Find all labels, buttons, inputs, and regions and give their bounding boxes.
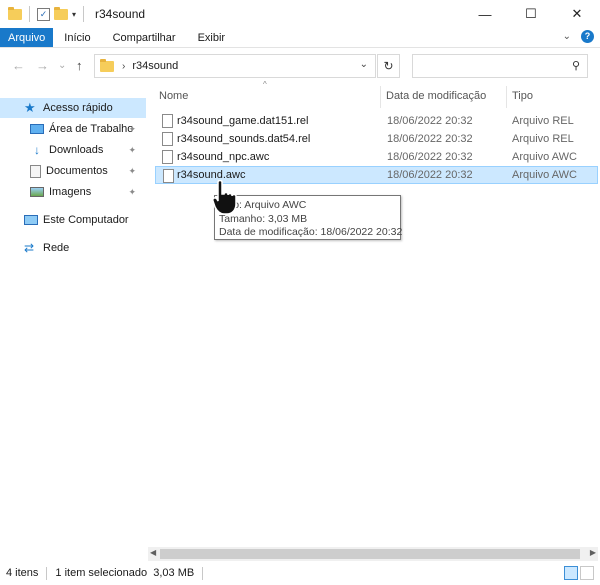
folder-icon — [8, 6, 22, 20]
status-divider — [46, 566, 48, 580]
window-title: r34sound — [95, 7, 146, 21]
recent-locations-dropdown[interactable]: ⌄ — [58, 60, 66, 71]
file-icon — [162, 132, 173, 146]
download-icon: ↓ — [34, 143, 40, 157]
large-icons-view-icon[interactable] — [580, 566, 594, 580]
tab-arquivo[interactable]: Arquivo — [0, 28, 54, 47]
new-folder-icon[interactable] — [54, 6, 68, 20]
sidebar-item-this-pc[interactable]: Este Computador — [0, 210, 129, 230]
tab-compartilhar[interactable]: Compartilhar — [102, 28, 187, 47]
column-header-name[interactable]: Nome — [159, 86, 379, 106]
scrollbar-thumb[interactable] — [160, 549, 580, 559]
chevron-right-icon[interactable]: › — [122, 61, 125, 72]
sidebar-item-desktop[interactable]: Área de Trabalho ✦ — [0, 119, 146, 139]
file-type: Arquivo REL — [512, 133, 574, 145]
help-icon[interactable]: ? — [581, 30, 594, 43]
file-type: Arquivo REL — [512, 115, 574, 127]
sidebar-item-pictures[interactable]: Imagens ✦ — [0, 182, 146, 202]
tooltip-modified: Data de modificação: 18/06/2022 20:32 — [219, 226, 403, 238]
toolbar-divider — [29, 6, 30, 22]
pin-icon[interactable]: ✦ — [128, 124, 136, 135]
horizontal-scrollbar[interactable]: ◀ ▶ — [148, 547, 598, 561]
file-row[interactable]: r34sound_game.dat151.rel 18/06/2022 20:3… — [155, 112, 598, 130]
close-button[interactable]: ✕ — [554, 0, 600, 28]
file-date: 18/06/2022 20:32 — [387, 151, 473, 163]
desktop-icon — [30, 124, 44, 134]
pin-icon[interactable]: ✦ — [128, 145, 136, 156]
navigation-bar: ← → ⌄ ↑ › r34sound ⌄ ↻ ⚲ — [0, 52, 600, 80]
column-header-type[interactable]: Tipo — [512, 86, 592, 106]
sidebar-item-label: Imagens — [49, 186, 92, 198]
file-icon — [163, 169, 174, 183]
sidebar-item-documents[interactable]: Documentos ✦ — [0, 161, 146, 181]
status-bar: 4 itens 1 item selecionado 3,03 MB — [0, 562, 600, 584]
window-controls: — ☐ ✕ — [462, 0, 600, 28]
view-toggle — [564, 566, 594, 580]
back-button[interactable]: ← — [12, 58, 25, 73]
column-divider[interactable] — [506, 86, 507, 108]
ribbon-tabs: Arquivo Início Compartilhar Exibir ⌄ ? — [0, 28, 600, 48]
sidebar-item-label: Área de Trabalho — [49, 123, 134, 135]
file-type: Arquivo AWC — [512, 151, 578, 163]
pictures-icon — [30, 187, 44, 197]
breadcrumb[interactable]: r34sound — [132, 60, 178, 72]
pin-icon[interactable]: ✦ — [128, 166, 136, 177]
file-icon — [162, 114, 173, 128]
address-bar[interactable]: › r34sound ⌄ — [94, 54, 376, 78]
file-date: 18/06/2022 20:32 — [387, 133, 473, 145]
computer-icon — [24, 215, 38, 225]
tab-exibir[interactable]: Exibir — [187, 28, 237, 47]
quick-access-toolbar: ✓ ▾ — [0, 6, 87, 22]
documents-icon — [30, 164, 41, 178]
toolbar-divider — [83, 6, 85, 22]
forward-button[interactable]: → — [36, 58, 49, 73]
file-type: Arquivo AWC — [512, 169, 578, 181]
sidebar-item-label: Documentos — [46, 165, 108, 177]
address-dropdown-icon[interactable]: ⌄ — [360, 59, 368, 70]
file-name: r34sound_game.dat151.rel — [177, 115, 309, 127]
maximize-button[interactable]: ☐ — [508, 0, 554, 28]
sidebar-item-label: Acesso rápido — [43, 102, 113, 114]
network-icon: ⇄ — [24, 241, 35, 255]
sidebar-item-label: Rede — [43, 242, 70, 254]
minimize-button[interactable]: — — [462, 0, 508, 28]
hand-cursor-icon — [212, 180, 237, 215]
scroll-left-icon[interactable]: ◀ — [150, 548, 156, 557]
file-date: 18/06/2022 20:32 — [387, 115, 473, 127]
properties-icon[interactable]: ✓ — [37, 7, 50, 21]
file-row[interactable]: r34sound_sounds.dat54.rel 18/06/2022 20:… — [155, 130, 598, 148]
sidebar-item-label: Downloads — [49, 144, 104, 156]
status-divider — [202, 566, 204, 580]
file-icon — [162, 150, 173, 164]
sidebar-item-network[interactable]: ⇄ Rede — [0, 238, 69, 258]
sidebar-item-quick-access[interactable]: ★ Acesso rápido — [0, 98, 146, 118]
title-bar: ✓ ▾ r34sound — ☐ ✕ — [0, 0, 600, 28]
scroll-right-icon[interactable]: ▶ — [590, 548, 596, 557]
sidebar-item-downloads[interactable]: ↓ Downloads ✦ — [0, 140, 146, 160]
sidebar-item-label: Este Computador — [43, 214, 129, 226]
file-date: 18/06/2022 20:32 — [387, 169, 473, 181]
expand-ribbon-icon[interactable]: ⌄ — [563, 31, 571, 42]
column-header-date[interactable]: Data de modificação — [386, 86, 504, 106]
column-divider[interactable] — [380, 86, 381, 108]
search-icon: ⚲ — [571, 60, 580, 72]
file-row[interactable]: r34sound_npc.awc 18/06/2022 20:32 Arquiv… — [155, 148, 598, 166]
up-button[interactable]: ↑ — [76, 58, 83, 73]
details-view-icon[interactable] — [564, 566, 578, 580]
refresh-button[interactable]: ↻ — [377, 54, 400, 78]
star-icon: ★ — [24, 100, 36, 115]
file-name: r34sound_npc.awc — [177, 151, 270, 163]
navigation-pane: ★ Acesso rápido Área de Trabalho ✦ ↓ Dow… — [0, 88, 148, 548]
ribbon-right-controls: ⌄ ? — [563, 30, 594, 43]
search-input[interactable]: ⚲ — [412, 54, 588, 78]
pin-icon[interactable]: ✦ — [128, 187, 136, 198]
folder-icon — [100, 58, 114, 72]
item-count: 4 itens — [6, 567, 39, 579]
customize-toolbar-dropdown[interactable]: ▾ — [72, 10, 76, 19]
tab-inicio[interactable]: Início — [53, 28, 101, 47]
file-name: r34sound_sounds.dat54.rel — [177, 133, 311, 145]
selection-info: 1 item selecionado 3,03 MB — [55, 567, 195, 579]
